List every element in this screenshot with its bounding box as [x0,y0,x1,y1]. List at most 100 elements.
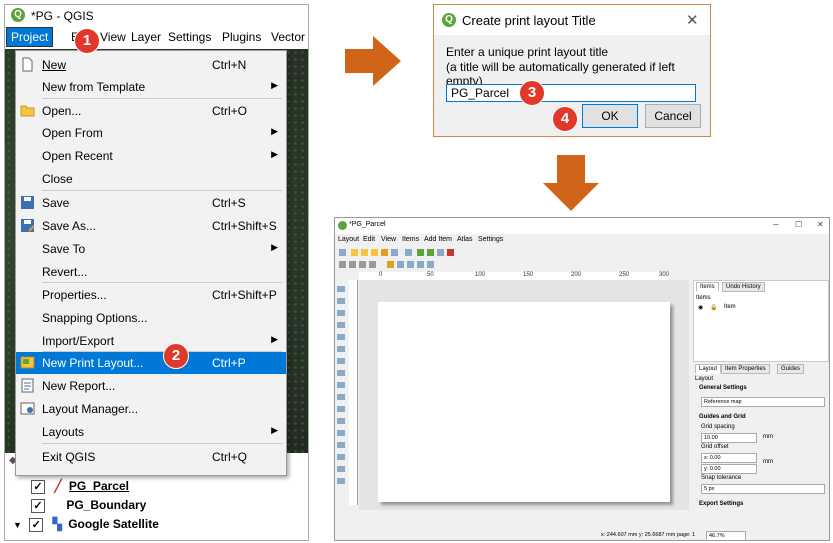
toolbar-icon[interactable] [407,261,414,268]
ruler-label: 50 [427,272,434,278]
title-input[interactable]: PG_Parcel [446,84,696,102]
section-export-settings[interactable]: Export Settings [699,501,743,507]
menu-item-new[interactable]: New Ctrl+N [16,54,286,76]
tab-item-properties[interactable]: Item Properties [721,364,770,374]
grid-spacing-input[interactable]: 10.00 [701,433,757,443]
layer-row[interactable]: ▼ ✓ ▚ Google Satellite [13,517,159,532]
toolbar-icon[interactable] [427,261,434,268]
zoom-icon[interactable] [349,261,356,268]
tool-icons[interactable] [337,286,345,486]
toolbar-icon[interactable] [417,249,424,256]
toolbar-icon[interactable] [387,261,394,268]
layout-menu-view[interactable]: View [381,236,396,243]
tab-items[interactable]: Items [696,282,719,292]
properties-panel: Layout Item Properties Guides Layout Gen… [693,364,827,514]
save-icon [21,196,34,209]
menu-item-import-export[interactable]: Import/Export ▶ [16,330,286,352]
menu-item-new-from-template[interactable]: New from Template ▶ [16,76,286,98]
menu-layer[interactable]: Layer [131,30,161,44]
expand-arrow-icon[interactable]: ▼ [13,520,22,530]
menu-item-save-to[interactable]: Save To ▶ [16,238,286,260]
tab-guides[interactable]: Guides [777,364,805,374]
layout-menu-add-item[interactable]: Add Item [424,236,452,243]
menu-settings[interactable]: Settings [168,30,211,44]
menu-view[interactable]: View [100,30,126,44]
snap-tolerance-input[interactable]: 5 px [701,484,825,494]
close-icon[interactable]: ✕ [686,11,699,29]
tab-undo-history[interactable]: Undo History [722,282,765,292]
menu-item-open-recent[interactable]: Open Recent ▶ [16,145,286,167]
toolbar-icon[interactable] [417,261,424,268]
zoom-select[interactable]: 46.7% [706,531,746,540]
section-guides-grid[interactable]: Guides and Grid [699,414,746,420]
lock-icon[interactable]: 🔒 [710,304,717,311]
qgis-window-title: *PG - QGIS [31,9,94,23]
toolbar-icon[interactable] [427,249,434,256]
menu-item-save[interactable]: Save Ctrl+S [16,192,286,214]
menu-item-new-report[interactable]: New Report... [16,375,286,397]
layer-name: PG_Parcel [68,479,129,493]
menu-item-open[interactable]: Open... Ctrl+O [16,100,286,122]
offset-y-input[interactable]: y: 0.00 [701,464,757,474]
section-general-settings[interactable]: General Settings [699,385,747,391]
grid-spacing-unit[interactable]: mm [763,434,773,440]
eye-icon[interactable]: ◉ [698,304,703,311]
maximize-icon[interactable]: ☐ [795,220,802,229]
offset-unit[interactable]: mm [763,459,773,465]
layout-manager-icon [20,402,35,415]
toolbar-icon[interactable] [405,249,412,256]
layer-row[interactable]: ✓ ╱ PG_Parcel [31,479,129,494]
layout-menu-layout[interactable]: Layout [338,236,359,243]
toolbar-icon[interactable] [339,249,346,256]
menu-item-exit-qgis[interactable]: Exit QGIS Ctrl+Q [16,446,286,468]
ok-button[interactable]: OK [582,104,638,128]
layout-menu-items[interactable]: Items [402,236,419,243]
menu-item-layout-manager[interactable]: Layout Manager... [16,398,286,420]
toolbar-icon[interactable] [351,249,358,256]
checkbox-icon[interactable]: ✓ [31,480,45,494]
zoom-icon[interactable] [339,261,346,268]
menu-vector[interactable]: Vector [271,30,305,44]
zoom-icon[interactable] [359,261,366,268]
layer-row[interactable]: ✓ PG_Boundary [31,498,146,513]
toolbar-icon[interactable] [361,249,368,256]
folder-icon [20,105,35,117]
menu-item-open-from[interactable]: Open From ▶ [16,122,286,144]
reference-map-select[interactable]: Reference map [701,397,825,407]
layout-left-toolbox [337,272,347,502]
layout-menu-atlas[interactable]: Atlas [457,236,473,243]
checkbox-icon[interactable]: ✓ [29,518,44,532]
menu-project[interactable]: Project [5,27,54,47]
ruler-label: 300 [659,272,670,278]
toolbar-icon[interactable] [447,249,454,256]
layout-menu-settings[interactable]: Settings [478,236,503,243]
layout-menubar: Layout Edit View Items Add Item Atlas Se… [335,235,829,246]
minimize-icon[interactable]: ─ [773,220,779,229]
offset-x-input[interactable]: x: 0.00 [701,453,757,463]
toolbar-icon[interactable] [371,249,378,256]
menu-item-layouts[interactable]: Layouts ▶ [16,421,286,443]
zoom-icon[interactable] [369,261,376,268]
layout-page[interactable] [378,302,670,502]
cancel-button[interactable]: Cancel [645,104,701,128]
menu-item-snapping-options[interactable]: Snapping Options... [16,307,286,329]
menu-item-new-print-layout[interactable]: New Print Layout... Ctrl+P [16,352,286,374]
menu-plugins[interactable]: Plugins [222,30,261,44]
ruler-label: 200 [571,272,582,278]
menu-item-properties[interactable]: Properties... Ctrl+Shift+P [16,284,286,306]
report-icon [21,378,34,393]
menu-item-close[interactable]: Close [16,168,286,190]
toolbar-icon[interactable] [437,249,444,256]
toolbar-icon[interactable] [381,249,388,256]
checkbox-icon[interactable]: ✓ [31,499,45,513]
menu-item-save-as[interactable]: Save As... Ctrl+Shift+S [16,215,286,237]
close-icon[interactable]: ✕ [817,220,824,229]
layout-canvas[interactable] [359,280,689,510]
menu-item-revert[interactable]: Revert... [16,261,286,283]
toolbar-icon[interactable] [391,249,398,256]
tab-layout[interactable]: Layout [695,364,722,374]
menu-item-label: Save As... [42,219,97,233]
toolbar-icon[interactable] [397,261,404,268]
items-header: Items [696,295,711,301]
layout-menu-edit[interactable]: Edit [363,236,375,243]
